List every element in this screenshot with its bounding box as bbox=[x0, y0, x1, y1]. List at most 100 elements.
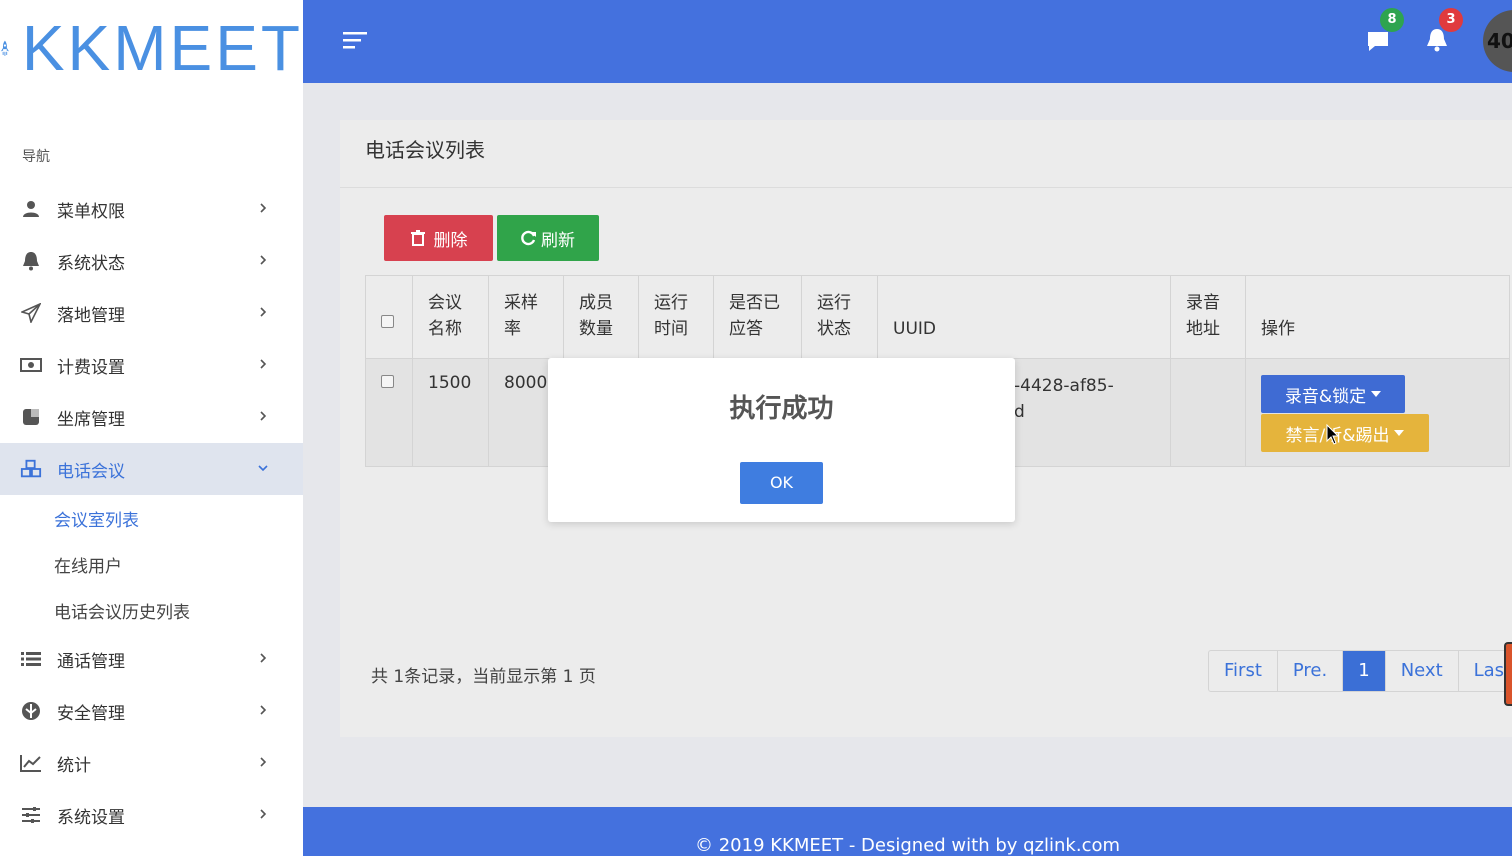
menu-toggle-icon[interactable] bbox=[343, 30, 369, 50]
col-answered-line2: 应答 bbox=[729, 319, 763, 339]
col-ops: 操作 bbox=[1245, 275, 1510, 359]
sliders-icon bbox=[20, 804, 42, 826]
sidebar-item-label: 坐席管理 bbox=[57, 409, 125, 430]
top-bar: 8 3 40x bbox=[303, 0, 1512, 83]
table-header-row: 会议 名称 采样率 成员 数量 运行 时间 是否已 应答 运行 状态 UUID 录音 地址 … bbox=[365, 275, 1510, 359]
footer: © 2019 KKMEET - Designed with by qzlink.… bbox=[303, 807, 1512, 856]
mute-kick-dropdown[interactable]: 禁言/听&踢出 bbox=[1261, 414, 1429, 452]
chevron-right-icon bbox=[260, 359, 267, 369]
list-icon bbox=[20, 648, 42, 670]
caret-down-icon bbox=[1371, 391, 1382, 397]
page-next[interactable]: Next bbox=[1386, 651, 1459, 691]
col-answered: 是否已 应答 bbox=[713, 275, 802, 359]
brand-name: KKMEET bbox=[21, 12, 303, 84]
chevron-down-icon bbox=[258, 465, 268, 472]
cubes-icon bbox=[20, 458, 42, 480]
col-rate-line1: 采样 bbox=[504, 293, 538, 313]
cell-ops: 录音&锁定 禁言/听&踢出 bbox=[1245, 358, 1510, 467]
sidebar-item-landing[interactable]: 落地管理 bbox=[0, 287, 303, 339]
paper-plane-icon bbox=[20, 302, 42, 324]
sidebar-item-menu-permissions[interactable]: 菜单权限 bbox=[0, 183, 303, 235]
refresh-icon bbox=[521, 230, 536, 246]
messages-badge: 8 bbox=[1380, 8, 1404, 32]
col-record-line1: 录音 bbox=[1186, 293, 1220, 313]
col-name: 会议 名称 bbox=[412, 275, 489, 359]
ok-button[interactable]: OK bbox=[740, 462, 823, 504]
col-name-line1: 会议 bbox=[428, 293, 462, 313]
caret-down-icon bbox=[1394, 430, 1405, 436]
pie-chart-icon bbox=[20, 406, 42, 428]
chevron-right-icon bbox=[260, 255, 267, 265]
sidebar-item-label: 计费设置 bbox=[57, 357, 125, 378]
refresh-button[interactable]: 刷新 bbox=[497, 215, 599, 261]
page-title: 电话会议列表 bbox=[340, 120, 1512, 188]
col-rate-line2: 率 bbox=[504, 319, 521, 339]
shield-icon bbox=[20, 700, 42, 722]
sidebar-item-settings[interactable]: 系统设置 bbox=[0, 789, 303, 841]
chevron-right-icon bbox=[260, 307, 267, 317]
submenu-item-online-users[interactable]: 在线用户 bbox=[0, 541, 303, 587]
record-lock-dropdown[interactable]: 录音&锁定 bbox=[1261, 375, 1405, 413]
page-current[interactable]: 1 bbox=[1343, 651, 1386, 691]
cell-name: 1500 bbox=[412, 358, 489, 467]
trash-icon bbox=[410, 230, 425, 246]
submenu-item-meeting-rooms[interactable]: 会议室列表 bbox=[0, 495, 303, 541]
mouse-cursor-icon bbox=[1326, 424, 1340, 445]
sidebar-item-label: 系统状态 bbox=[57, 253, 125, 274]
logo[interactable]: KKMEET bbox=[0, 0, 303, 96]
scroll-handle[interactable] bbox=[1504, 642, 1512, 706]
sidebar-item-label: 安全管理 bbox=[57, 703, 125, 724]
col-runtime-line2: 时间 bbox=[654, 319, 688, 339]
sidebar-item-label: 落地管理 bbox=[57, 305, 125, 326]
sidebar-item-billing[interactable]: 计费设置 bbox=[0, 339, 303, 391]
page-first[interactable]: First bbox=[1209, 651, 1278, 691]
col-status: 运行 状态 bbox=[801, 275, 878, 359]
select-all-checkbox[interactable] bbox=[381, 315, 394, 328]
uuid-line1: -4428-af85- bbox=[1014, 376, 1114, 396]
delete-button[interactable]: 删除 bbox=[384, 215, 493, 261]
record-count: 共 1条记录，当前显示第 1 页 bbox=[371, 667, 596, 687]
col-rate: 采样率 bbox=[488, 275, 564, 359]
chevron-right-icon bbox=[260, 203, 267, 213]
sidebar: KKMEET 导航 菜单权限 系统状态 落地管理 计费设置 坐席管理 电话会议 … bbox=[0, 0, 303, 856]
record-lock-label: 录音&锁定 bbox=[1284, 386, 1367, 407]
dialog-title: 执行成功 bbox=[729, 394, 834, 424]
sidebar-item-system-status[interactable]: 系统状态 bbox=[0, 235, 303, 287]
sidebar-item-conference[interactable]: 电话会议 bbox=[0, 443, 303, 495]
sidebar-item-calls[interactable]: 通话管理 bbox=[0, 633, 303, 685]
page-prev[interactable]: Pre. bbox=[1278, 651, 1344, 691]
col-members-line1: 成员 bbox=[579, 293, 613, 313]
sidebar-item-statistics[interactable]: 统计 bbox=[0, 737, 303, 789]
submenu-item-conference-history[interactable]: 电话会议历史列表 bbox=[0, 587, 303, 633]
avatar[interactable]: 40x bbox=[1483, 10, 1512, 72]
success-dialog: 执行成功 OK bbox=[548, 358, 1015, 522]
sidebar-item-agents[interactable]: 坐席管理 bbox=[0, 391, 303, 443]
rocket-icon bbox=[0, 40, 9, 56]
sidebar-item-label: 系统设置 bbox=[57, 807, 125, 828]
uuid-line2: d bbox=[1014, 402, 1025, 422]
sidebar-item-label: 通话管理 bbox=[57, 651, 125, 672]
refresh-label: 刷新 bbox=[541, 230, 575, 251]
chevron-right-icon bbox=[260, 809, 267, 819]
pagination: First Pre. 1 Next Last bbox=[1208, 650, 1512, 692]
delete-label: 删除 bbox=[433, 230, 468, 251]
sidebar-menu: 菜单权限 系统状态 落地管理 计费设置 坐席管理 电话会议 会议室列表 在线用户… bbox=[0, 183, 303, 841]
col-members: 成员 数量 bbox=[563, 275, 639, 359]
line-chart-icon bbox=[20, 752, 42, 774]
col-runtime-line1: 运行 bbox=[654, 293, 688, 313]
chevron-right-icon bbox=[260, 757, 267, 767]
sidebar-item-security[interactable]: 安全管理 bbox=[0, 685, 303, 737]
bell-icon bbox=[20, 250, 42, 272]
sidebar-item-label: 电话会议 bbox=[57, 461, 125, 482]
user-icon bbox=[20, 198, 42, 220]
money-icon bbox=[20, 354, 42, 376]
cell-record bbox=[1170, 358, 1246, 467]
col-status-line2: 状态 bbox=[817, 319, 851, 339]
col-status-line1: 运行 bbox=[817, 293, 851, 313]
col-members-line2: 数量 bbox=[579, 319, 613, 339]
row-checkbox[interactable] bbox=[381, 375, 394, 388]
row-select-cell bbox=[365, 358, 413, 467]
select-all-cell bbox=[365, 275, 413, 359]
col-runtime: 运行 时间 bbox=[638, 275, 714, 359]
notifications-badge: 3 bbox=[1439, 8, 1463, 32]
